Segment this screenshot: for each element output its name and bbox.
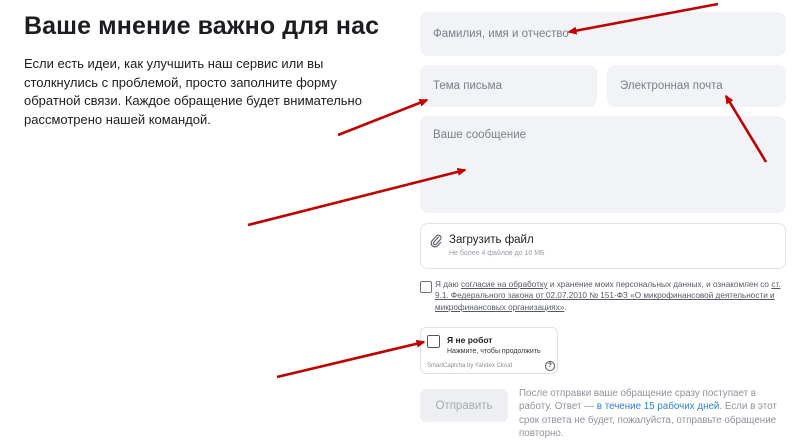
captcha-brand: SmartCaptcha by Yandex Cloud [427, 363, 513, 369]
consent-pre: Я даю [435, 280, 461, 289]
message-placeholder: Ваше сообщение [433, 129, 527, 141]
consent-checkbox[interactable] [420, 281, 432, 293]
email-placeholder: Электронная почта [620, 80, 723, 92]
captcha-title: Я не робот [447, 335, 493, 345]
consent-link[interactable]: согласие на обработку [461, 280, 548, 289]
paperclip-icon [430, 234, 442, 248]
full-name-placeholder: Фамилия, имя и отчество [433, 28, 569, 40]
upload-hint: Не более 4 файлов до 10 МБ [449, 250, 545, 257]
submit-button[interactable]: Отправить [420, 389, 508, 422]
consent-mid: и хранение моих персональных данных, и о… [547, 280, 772, 289]
file-upload-button[interactable]: Загрузить файл Не более 4 файлов до 10 М… [420, 223, 786, 269]
response-note: После отправки ваше обращение сразу пост… [519, 387, 789, 440]
message-field[interactable]: Ваше сообщение [420, 116, 786, 213]
captcha-checkbox[interactable] [427, 335, 440, 348]
subject-field[interactable]: Тема письма [420, 65, 597, 107]
page-title: Ваше мнение важно для нас [24, 12, 380, 40]
annotation-arrow [276, 339, 426, 379]
question-circle-icon[interactable]: ? [545, 361, 555, 371]
full-name-field[interactable]: Фамилия, имя и отчество [420, 12, 786, 56]
email-field[interactable]: Электронная почта [607, 65, 786, 107]
subject-placeholder: Тема письма [433, 80, 502, 92]
intro-text: Если есть идеи, как улучшить наш сервис … [24, 56, 362, 127]
consent-text: Я даю согласие на обработку и хранение м… [435, 279, 785, 313]
response-time-link[interactable]: в течение 15 рабочих дней [597, 401, 720, 412]
captcha-widget: Я не робот Нажмите, чтобы продолжить Sma… [420, 327, 558, 374]
captcha-subtitle: Нажмите, чтобы продолжить [447, 348, 541, 355]
consent-end: . [564, 302, 567, 312]
upload-label: Загрузить файл [449, 234, 534, 246]
